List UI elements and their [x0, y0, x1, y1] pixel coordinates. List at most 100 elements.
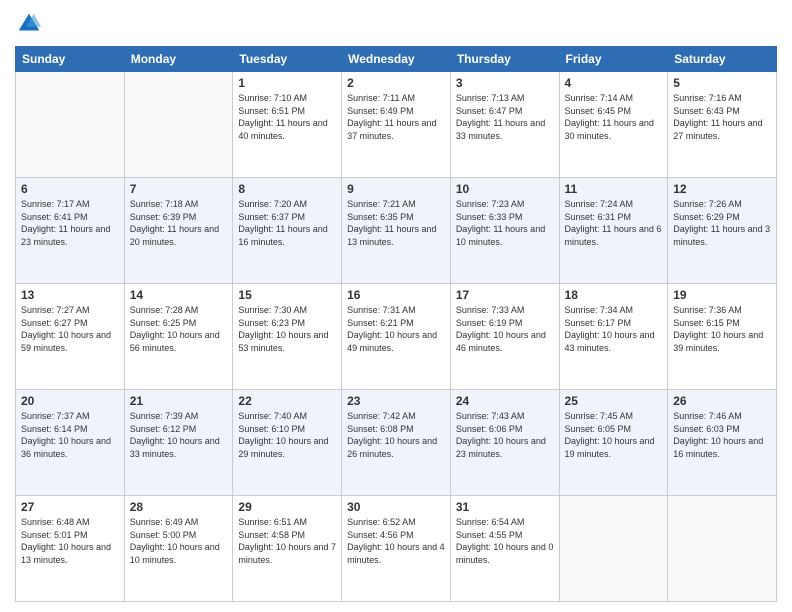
weekday-header-friday: Friday: [559, 47, 668, 72]
calendar-cell: 22Sunrise: 7:40 AMSunset: 6:10 PMDayligh…: [233, 390, 342, 496]
header: [15, 10, 777, 38]
day-info: Sunrise: 7:30 AMSunset: 6:23 PMDaylight:…: [238, 304, 336, 354]
day-info: Sunrise: 7:17 AMSunset: 6:41 PMDaylight:…: [21, 198, 119, 248]
calendar-cell: 23 Sunrise: 7:42 AMSunset: 6:08 PMDayligh…: [342, 390, 451, 496]
calendar-table: SundayMondayTuesdayWednesdayThursdayFrid…: [15, 46, 777, 602]
day-info: Sunrise: 7:40 AMSunset: 6:10 PMDaylight:…: [238, 410, 336, 460]
day-info: Sunrise: 7:16 AMSunset: 6:43 PMDaylight:…: [673, 92, 771, 142]
day-info: Sunrise: 7:34 AMSunset: 6:17 PMDaylight:…: [565, 304, 663, 354]
calendar-cell: 27 Sunrise: 6:48 AMSunset: 5:01 PMDayligh…: [16, 496, 125, 602]
day-info: Sunrise: 7:43 AMSunset: 6:06 PMDaylight:…: [456, 410, 554, 460]
calendar-cell: [668, 496, 777, 602]
weekday-header-row: SundayMondayTuesdayWednesdayThursdayFrid…: [16, 47, 777, 72]
calendar-cell: 1 Sunrise: 7:10 AMSunset: 6:51 PMDaylight…: [233, 72, 342, 178]
calendar-week-3: 13 Sunrise: 7:27 AMSunset: 6:27 PMDayligh…: [16, 284, 777, 390]
day-number: 19: [673, 288, 771, 302]
day-info: Sunrise: 7:18 AMSunset: 6:39 PMDaylight:…: [130, 198, 228, 248]
day-number: 2: [347, 76, 445, 90]
calendar-cell: 25 Sunrise: 7:45 AMSunset: 6:05 PMDayligh…: [559, 390, 668, 496]
day-info: Sunrise: 7:21 AMSunset: 6:35 PMDaylight:…: [347, 198, 445, 248]
calendar-cell: [124, 72, 233, 178]
day-info: Sunrise: 7:10 AMSunset: 6:51 PMDaylight:…: [238, 92, 336, 142]
calendar-cell: 20Sunrise: 7:37 AMSunset: 6:14 PMDayligh…: [16, 390, 125, 496]
day-info: Sunrise: 7:37 AMSunset: 6:14 PMDaylight:…: [21, 410, 119, 460]
calendar-cell: 19 Sunrise: 7:36 AMSunset: 6:15 PMDayligh…: [668, 284, 777, 390]
calendar-week-4: 20Sunrise: 7:37 AMSunset: 6:14 PMDayligh…: [16, 390, 777, 496]
day-number: 18: [565, 288, 663, 302]
day-info: Sunrise: 7:46 AMSunset: 6:03 PMDaylight:…: [673, 410, 771, 460]
day-info: Sunrise: 7:39 AMSunset: 6:12 PMDaylight:…: [130, 410, 228, 460]
calendar-week-2: 6 Sunrise: 7:17 AMSunset: 6:41 PMDaylight…: [16, 178, 777, 284]
day-number: 28: [130, 500, 228, 514]
day-info: Sunrise: 6:52 AMSunset: 4:56 PMDaylight:…: [347, 516, 445, 566]
calendar-week-1: 1 Sunrise: 7:10 AMSunset: 6:51 PMDaylight…: [16, 72, 777, 178]
weekday-header-wednesday: Wednesday: [342, 47, 451, 72]
weekday-header-tuesday: Tuesday: [233, 47, 342, 72]
calendar-cell: 4 Sunrise: 7:14 AMSunset: 6:45 PMDaylight…: [559, 72, 668, 178]
logo: [15, 10, 47, 38]
calendar-cell: 14 Sunrise: 7:28 AMSunset: 6:25 PMDayligh…: [124, 284, 233, 390]
calendar-cell: 18 Sunrise: 7:34 AMSunset: 6:17 PMDayligh…: [559, 284, 668, 390]
day-number: 7: [130, 182, 228, 196]
page: SundayMondayTuesdayWednesdayThursdayFrid…: [0, 0, 792, 612]
calendar-cell: 24 Sunrise: 7:43 AMSunset: 6:06 PMDayligh…: [450, 390, 559, 496]
calendar-cell: 6 Sunrise: 7:17 AMSunset: 6:41 PMDaylight…: [16, 178, 125, 284]
day-info: Sunrise: 6:49 AMSunset: 5:00 PMDaylight:…: [130, 516, 228, 566]
day-number: 24: [456, 394, 554, 408]
logo-icon: [15, 10, 43, 38]
weekday-header-thursday: Thursday: [450, 47, 559, 72]
calendar-cell: 17 Sunrise: 7:33 AMSunset: 6:19 PMDayligh…: [450, 284, 559, 390]
day-number: 25: [565, 394, 663, 408]
day-info: Sunrise: 6:48 AMSunset: 5:01 PMDaylight:…: [21, 516, 119, 566]
calendar-cell: 12 Sunrise: 7:26 AMSunset: 6:29 PMDayligh…: [668, 178, 777, 284]
day-number: 3: [456, 76, 554, 90]
day-number: 8: [238, 182, 336, 196]
day-info: Sunrise: 7:45 AMSunset: 6:05 PMDaylight:…: [565, 410, 663, 460]
day-info: Sunrise: 7:11 AMSunset: 6:49 PMDaylight:…: [347, 92, 445, 142]
weekday-header-saturday: Saturday: [668, 47, 777, 72]
day-number: 4: [565, 76, 663, 90]
day-info: Sunrise: 7:14 AMSunset: 6:45 PMDaylight:…: [565, 92, 663, 142]
calendar-cell: 28 Sunrise: 6:49 AMSunset: 5:00 PMDayligh…: [124, 496, 233, 602]
calendar-cell: 9 Sunrise: 7:21 AMSunset: 6:35 PMDaylight…: [342, 178, 451, 284]
day-info: Sunrise: 7:23 AMSunset: 6:33 PMDaylight:…: [456, 198, 554, 248]
day-number: 9: [347, 182, 445, 196]
day-info: Sunrise: 7:20 AMSunset: 6:37 PMDaylight:…: [238, 198, 336, 248]
day-number: 30: [347, 500, 445, 514]
calendar-cell: 30 Sunrise: 6:52 AMSunset: 4:56 PMDayligh…: [342, 496, 451, 602]
day-number: 6: [21, 182, 119, 196]
day-info: Sunrise: 7:36 AMSunset: 6:15 PMDaylight:…: [673, 304, 771, 354]
day-number: 14: [130, 288, 228, 302]
day-number: 27: [21, 500, 119, 514]
calendar-cell: 16Sunrise: 7:31 AMSunset: 6:21 PMDayligh…: [342, 284, 451, 390]
calendar-cell: 5Sunrise: 7:16 AMSunset: 6:43 PMDaylight…: [668, 72, 777, 178]
day-info: Sunrise: 7:42 AMSunset: 6:08 PMDaylight:…: [347, 410, 445, 460]
day-info: Sunrise: 7:24 AMSunset: 6:31 PMDaylight:…: [565, 198, 663, 248]
weekday-header-monday: Monday: [124, 47, 233, 72]
calendar-cell: 21 Sunrise: 7:39 AMSunset: 6:12 PMDayligh…: [124, 390, 233, 496]
day-info: Sunrise: 7:31 AMSunset: 6:21 PMDaylight:…: [347, 304, 445, 354]
day-number: 29: [238, 500, 336, 514]
day-number: 10: [456, 182, 554, 196]
day-info: Sunrise: 7:33 AMSunset: 6:19 PMDaylight:…: [456, 304, 554, 354]
day-number: 17: [456, 288, 554, 302]
day-info: Sunrise: 7:27 AMSunset: 6:27 PMDaylight:…: [21, 304, 119, 354]
weekday-header-sunday: Sunday: [16, 47, 125, 72]
calendar-cell: 29Sunrise: 6:51 AMSunset: 4:58 PMDayligh…: [233, 496, 342, 602]
calendar-week-5: 27 Sunrise: 6:48 AMSunset: 5:01 PMDayligh…: [16, 496, 777, 602]
calendar-cell: 8 Sunrise: 7:20 AMSunset: 6:37 PMDaylight…: [233, 178, 342, 284]
day-number: 15: [238, 288, 336, 302]
day-number: 13: [21, 288, 119, 302]
calendar-cell: 11 Sunrise: 7:24 AMSunset: 6:31 PMDayligh…: [559, 178, 668, 284]
calendar-cell: 7 Sunrise: 7:18 AMSunset: 6:39 PMDaylight…: [124, 178, 233, 284]
day-number: 21: [130, 394, 228, 408]
day-number: 1: [238, 76, 336, 90]
calendar-cell: 31Sunrise: 6:54 AMSunset: 4:55 PMDayligh…: [450, 496, 559, 602]
day-number: 23: [347, 394, 445, 408]
day-info: Sunrise: 7:28 AMSunset: 6:25 PMDaylight:…: [130, 304, 228, 354]
day-info: Sunrise: 7:26 AMSunset: 6:29 PMDaylight:…: [673, 198, 771, 248]
calendar-cell: 2 Sunrise: 7:11 AMSunset: 6:49 PMDaylight…: [342, 72, 451, 178]
day-number: 11: [565, 182, 663, 196]
calendar-cell: 3Sunrise: 7:13 AMSunset: 6:47 PMDaylight…: [450, 72, 559, 178]
day-number: 12: [673, 182, 771, 196]
